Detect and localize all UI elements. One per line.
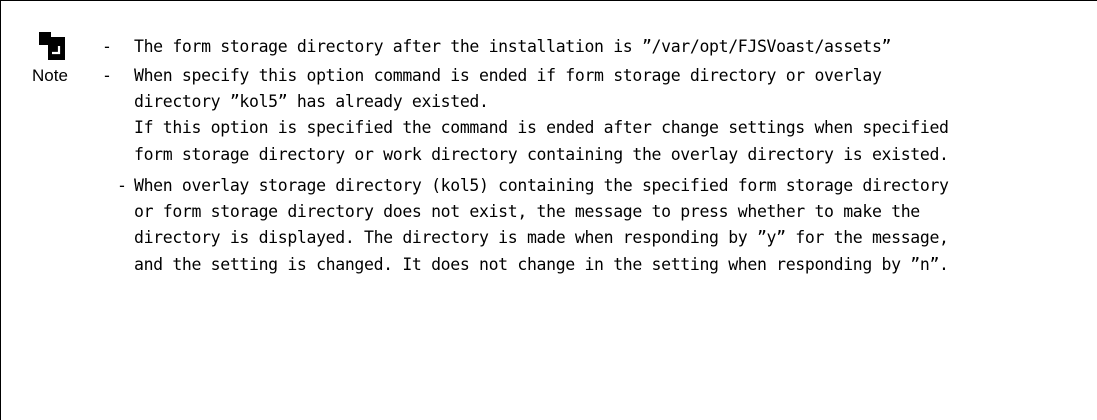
bullet-dash: - (102, 66, 112, 85)
note-box: Note - The form storage directory after … (0, 0, 1097, 420)
note-text-line: and the setting is changed. It does not … (134, 255, 949, 274)
note-text-line: directory is displayed. The directory is… (134, 228, 949, 247)
note-text-line: When specify this option command is ende… (134, 66, 882, 85)
note-text-line: form storage directory or work directory… (134, 145, 949, 164)
bullet-dash: - (117, 176, 127, 195)
note-label: Note (32, 66, 68, 85)
note-text-line: The form storage directory after the ins… (134, 37, 892, 56)
bullet-dash: - (102, 37, 112, 56)
note-text-line: If this option is specified the command … (134, 118, 949, 137)
note-text-line: directory ”kol5” has already existed. (134, 92, 489, 111)
note-text-line: or form storage directory does not exist… (134, 202, 920, 221)
note-text-line: When overlay storage directory (kol5) co… (134, 176, 949, 195)
note-icon (39, 32, 65, 60)
